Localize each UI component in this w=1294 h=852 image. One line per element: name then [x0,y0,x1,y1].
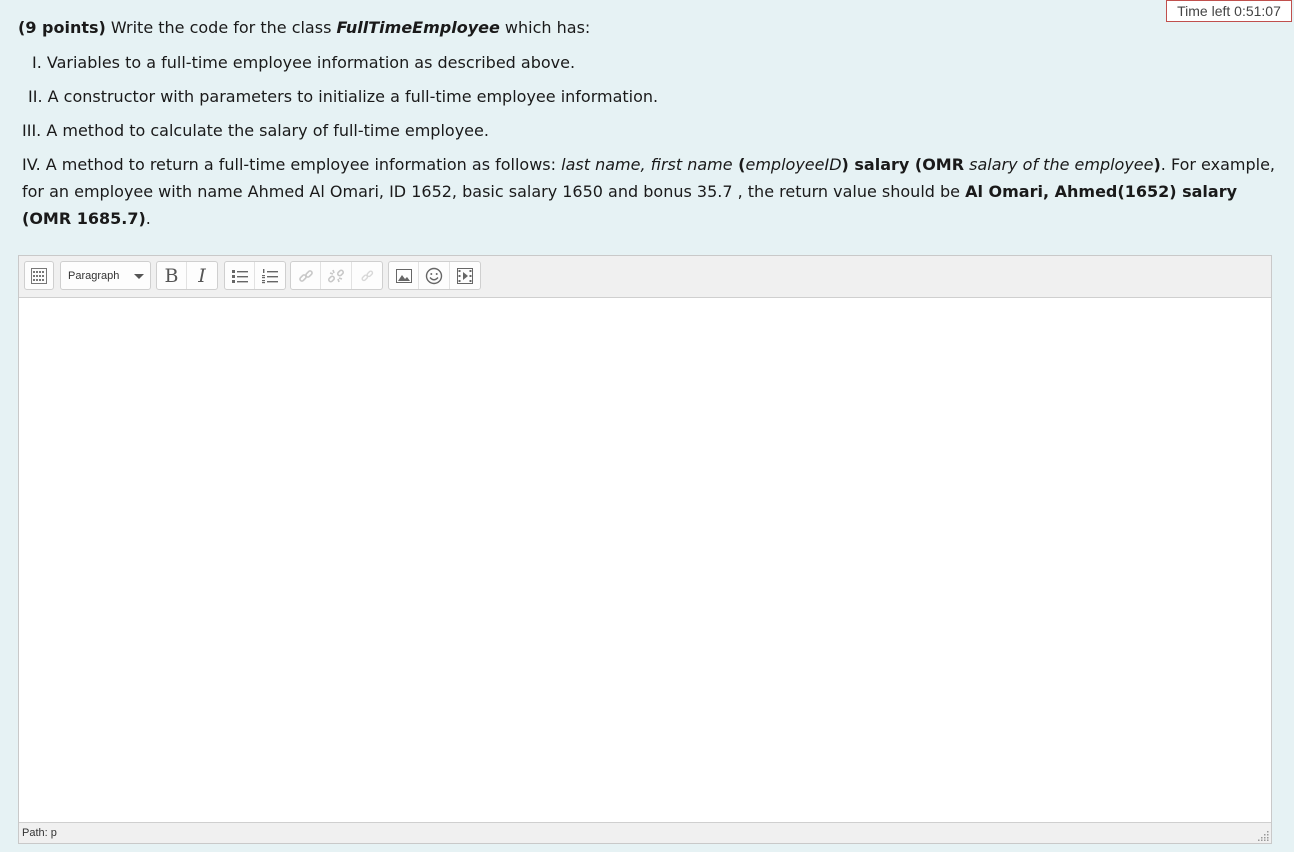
emoticon-button[interactable] [419,262,450,289]
editor-toolbar: Paragraph B I [19,256,1271,298]
question-points: (9 points) [18,18,106,37]
unlink-icon [328,268,345,283]
italic-icon: I [198,264,206,287]
image-button[interactable] [389,262,420,289]
emoticon-icon [425,267,443,284]
list-group [224,261,286,290]
resize-grip-icon[interactable] [1257,829,1269,841]
bullet-list-button[interactable] [225,262,256,289]
text-style-group: B I [156,261,218,290]
question-text: (9 points) Write the code for the class … [18,14,1280,239]
unlink-button[interactable] [321,262,352,289]
chevron-down-icon [134,274,144,279]
element-path: Path: p [22,827,57,839]
insert-group [388,261,481,290]
question-header: (9 points) Write the code for the class … [18,18,591,37]
editor-content-area[interactable] [19,298,1271,822]
numbered-list-icon [262,268,278,283]
anchor-icon [361,269,374,281]
class-name: FullTimeEmployee [336,18,500,37]
image-icon [395,268,412,283]
link-button[interactable] [291,262,322,289]
answer-editor: Paragraph B I Path: p [18,255,1272,844]
bold-button[interactable]: B [157,262,188,289]
link-group [290,261,383,290]
editor-statusbar: Path: p [19,822,1271,843]
anchor-button[interactable] [352,262,382,289]
requirement-item: I. Variables to a full-time employee inf… [32,53,576,72]
paragraph-format-value: Paragraph [68,269,120,282]
toolbar-toggle-button[interactable] [24,261,54,290]
media-button[interactable] [450,262,480,289]
media-icon [456,267,473,284]
toolbar-toggle-icon [31,267,47,284]
requirement-item: IV. A method to return a full-time emplo… [22,155,1276,228]
requirement-item: II. A constructor with parameters to ini… [28,87,659,106]
numbered-list-button[interactable] [255,262,285,289]
paragraph-format-select[interactable]: Paragraph [60,261,151,290]
link-icon [298,269,313,282]
requirement-list: I. Variables to a full-time employee inf… [18,49,1280,232]
bold-icon: B [164,264,179,287]
italic-button[interactable]: I [187,262,217,289]
requirement-item: III. A method to calculate the salary of… [22,121,489,140]
bullet-list-icon [231,269,248,283]
